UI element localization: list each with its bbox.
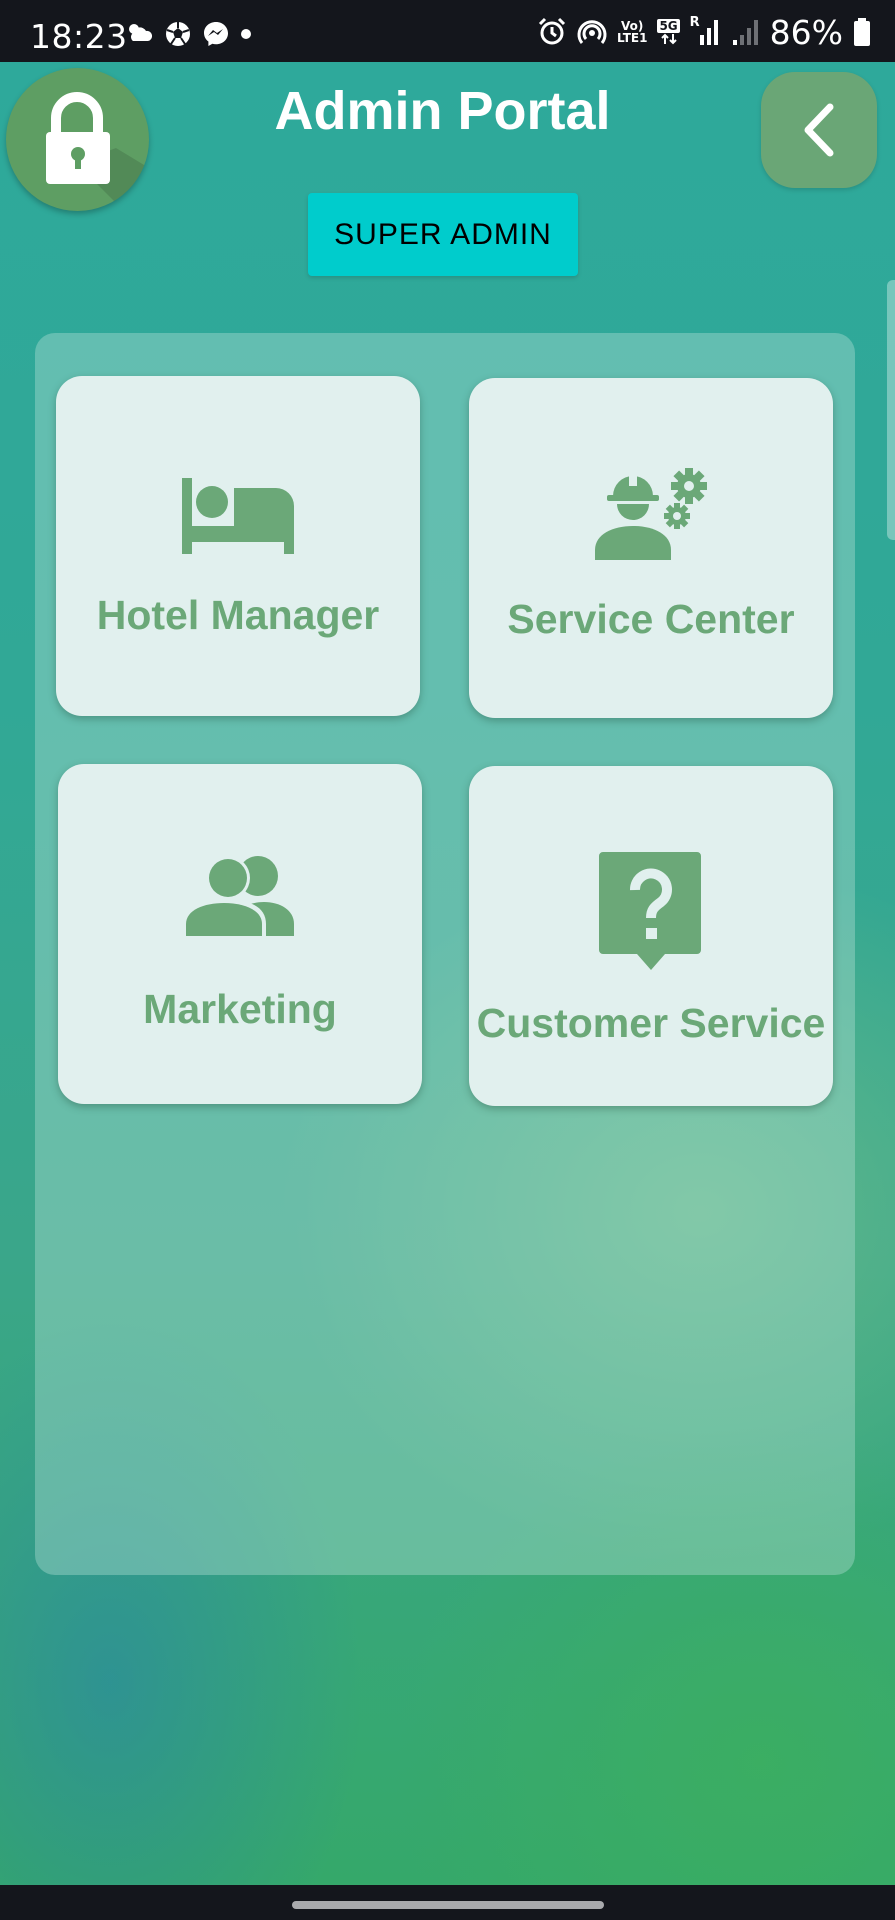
lte-label: LTE1 — [617, 31, 648, 45]
hotel-manager-card[interactable]: Hotel Manager — [56, 376, 420, 716]
data-arrows-icon — [660, 33, 677, 45]
role-badge: SUPER ADMIN — [308, 193, 578, 276]
service-center-label: Service Center — [507, 596, 795, 642]
question-chat-icon — [599, 852, 701, 970]
bed-icon — [182, 478, 294, 554]
back-button[interactable] — [761, 72, 877, 188]
marketing-card[interactable]: Marketing — [58, 764, 422, 1104]
hotspot-icon — [577, 20, 607, 44]
network-label: 5G — [657, 19, 680, 33]
notification-icons — [124, 20, 252, 48]
alarm-icon — [538, 17, 566, 45]
people-icon — [184, 856, 294, 936]
volte-icon: Vo) LTE1 — [617, 20, 647, 44]
page-title: Admin Portal — [274, 81, 611, 141]
status-time: 18:23 — [30, 17, 128, 56]
home-indicator[interactable] — [292, 1901, 604, 1909]
messenger-icon — [204, 22, 228, 46]
battery-icon — [854, 18, 870, 46]
scroll-indicator[interactable] — [887, 280, 895, 540]
dot-icon — [241, 29, 251, 39]
customer-service-card[interactable]: Customer Service — [469, 766, 833, 1106]
chevron-left-icon — [804, 103, 834, 157]
status-bar: 18:23 Vo) LTE1 5G R 86% — [0, 0, 895, 62]
service-center-card[interactable]: Service Center — [469, 378, 833, 718]
weather-icon — [129, 24, 153, 41]
5g-icon: 5G — [657, 19, 680, 45]
battery-percent: 86% — [769, 12, 843, 52]
signal-weak-icon — [732, 20, 758, 45]
navigation-bar — [0, 1885, 895, 1920]
signal-icon: R — [690, 16, 720, 47]
customer-service-label: Customer Service — [476, 1000, 826, 1046]
system-icons: Vo) LTE1 5G R 86% — [537, 12, 871, 52]
marketing-label: Marketing — [143, 986, 337, 1032]
engineer-gears-icon — [595, 468, 707, 560]
soccer-ball-icon — [166, 22, 190, 46]
hotel-manager-label: Hotel Manager — [96, 592, 380, 638]
